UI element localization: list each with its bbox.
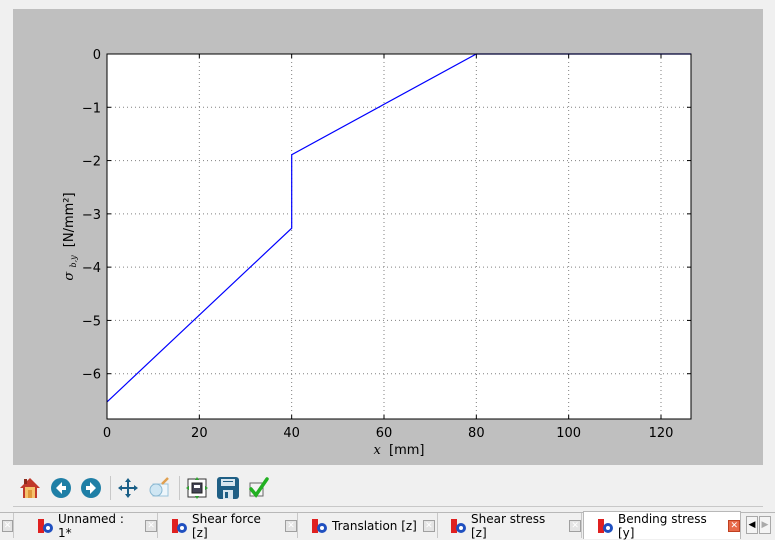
tab-label: Translation [z]	[332, 518, 417, 533]
floppy-icon	[217, 477, 239, 499]
x-axis-var: x	[374, 443, 382, 458]
y-tick-label: 0	[93, 48, 101, 63]
tab-scroll-right-button[interactable]: ▶	[759, 516, 771, 534]
zoom-rect-icon	[149, 477, 169, 497]
close-icon[interactable]: ✕	[569, 519, 581, 532]
y-axis-label: σ b,y [N/mm²]	[62, 192, 80, 280]
y-tick-labels: 0 −1 −2 −3 −4 −5 −6	[82, 48, 101, 383]
y-axis-unit: [N/mm²]	[62, 192, 77, 247]
y-tick-label: −6	[82, 368, 101, 383]
checkmark-icon	[249, 477, 269, 498]
x-tick-label: 100	[556, 426, 581, 441]
zoom-button[interactable]	[146, 475, 172, 501]
tab-partial[interactable]: ✕	[0, 513, 14, 538]
document-gear-icon	[172, 518, 188, 534]
x-tick-label: 60	[376, 426, 393, 441]
document-gear-icon	[38, 518, 54, 534]
document-gear-icon	[598, 518, 614, 534]
subplots-button[interactable]	[184, 475, 210, 501]
tab-shear-stress[interactable]: Shear stress [z] ✕	[438, 511, 582, 540]
navigation-toolbar	[13, 470, 763, 507]
pan-button[interactable]	[115, 475, 141, 501]
y-tick-label: −5	[82, 314, 101, 329]
tab-shear-force[interactable]: Shear force [z] ✕	[158, 511, 298, 540]
tab-label: Shear stress [z]	[471, 511, 546, 540]
tab-translation[interactable]: Translation [z] ✕	[298, 513, 438, 538]
y-tick-label: −3	[82, 208, 101, 223]
x-tick-label: 20	[191, 426, 208, 441]
plot-area: 0 20 40 60 80 100 120 0 −1 −2 −3 −4 −5 −6 x [mm] σ b…	[62, 48, 692, 458]
y-tick-label: −1	[82, 101, 101, 116]
tab-label: Shear force [z]	[192, 511, 261, 540]
axes-background	[107, 54, 691, 419]
x-tick-label: 0	[103, 426, 111, 441]
move-icon	[118, 478, 138, 498]
close-icon[interactable]: ✕	[145, 519, 157, 532]
edit-button[interactable]	[245, 475, 271, 501]
tab-scroll-left-button[interactable]: ◀	[746, 516, 758, 534]
forward-button[interactable]	[78, 475, 104, 501]
close-icon[interactable]: ✕	[2, 519, 13, 532]
toolbar-separator	[110, 476, 111, 500]
home-button[interactable]	[17, 475, 43, 501]
tab-label: Bending stress [y]	[618, 511, 707, 540]
x-axis-label: x [mm]	[374, 443, 425, 458]
figure-canvas[interactable]: 0 20 40 60 80 100 120 0 −1 −2 −3 −4 −5 −6 x [mm] σ b…	[13, 9, 763, 465]
close-icon[interactable]: ✕	[422, 519, 435, 532]
back-button[interactable]	[48, 475, 74, 501]
tab-bending-stress[interactable]: Bending stress [y] ✕	[583, 511, 741, 540]
tab-unnamed[interactable]: Unnamed : 1* ✕	[14, 511, 158, 540]
chevron-right-icon: ▶	[761, 520, 769, 530]
y-axis-sub: b,y	[69, 255, 78, 268]
toolbar-separator	[179, 476, 180, 500]
document-gear-icon	[451, 518, 467, 534]
save-button[interactable]	[215, 475, 241, 501]
arrow-left-icon	[51, 478, 71, 498]
y-tick-label: −2	[82, 155, 101, 170]
tab-bar: ✕ Unnamed : 1* ✕ Shear force [z] ✕ Trans…	[0, 511, 775, 540]
chevron-left-icon: ◀	[748, 520, 756, 530]
y-tick-label: −4	[82, 261, 101, 276]
document-gear-icon	[312, 518, 328, 534]
close-icon[interactable]: ✕	[728, 519, 740, 532]
close-icon[interactable]: ✕	[285, 519, 297, 532]
x-tick-label: 80	[468, 426, 485, 441]
tab-label: Unnamed : 1*	[58, 511, 124, 540]
x-tick-labels: 0 20 40 60 80 100 120	[103, 426, 674, 441]
y-axis-var: σ	[62, 271, 77, 281]
home-icon	[20, 478, 40, 498]
subplots-icon	[186, 477, 208, 499]
arrow-right-icon	[81, 478, 101, 498]
x-tick-label: 40	[283, 426, 300, 441]
x-axis-unit: [mm]	[389, 443, 424, 458]
x-tick-label: 120	[649, 426, 674, 441]
